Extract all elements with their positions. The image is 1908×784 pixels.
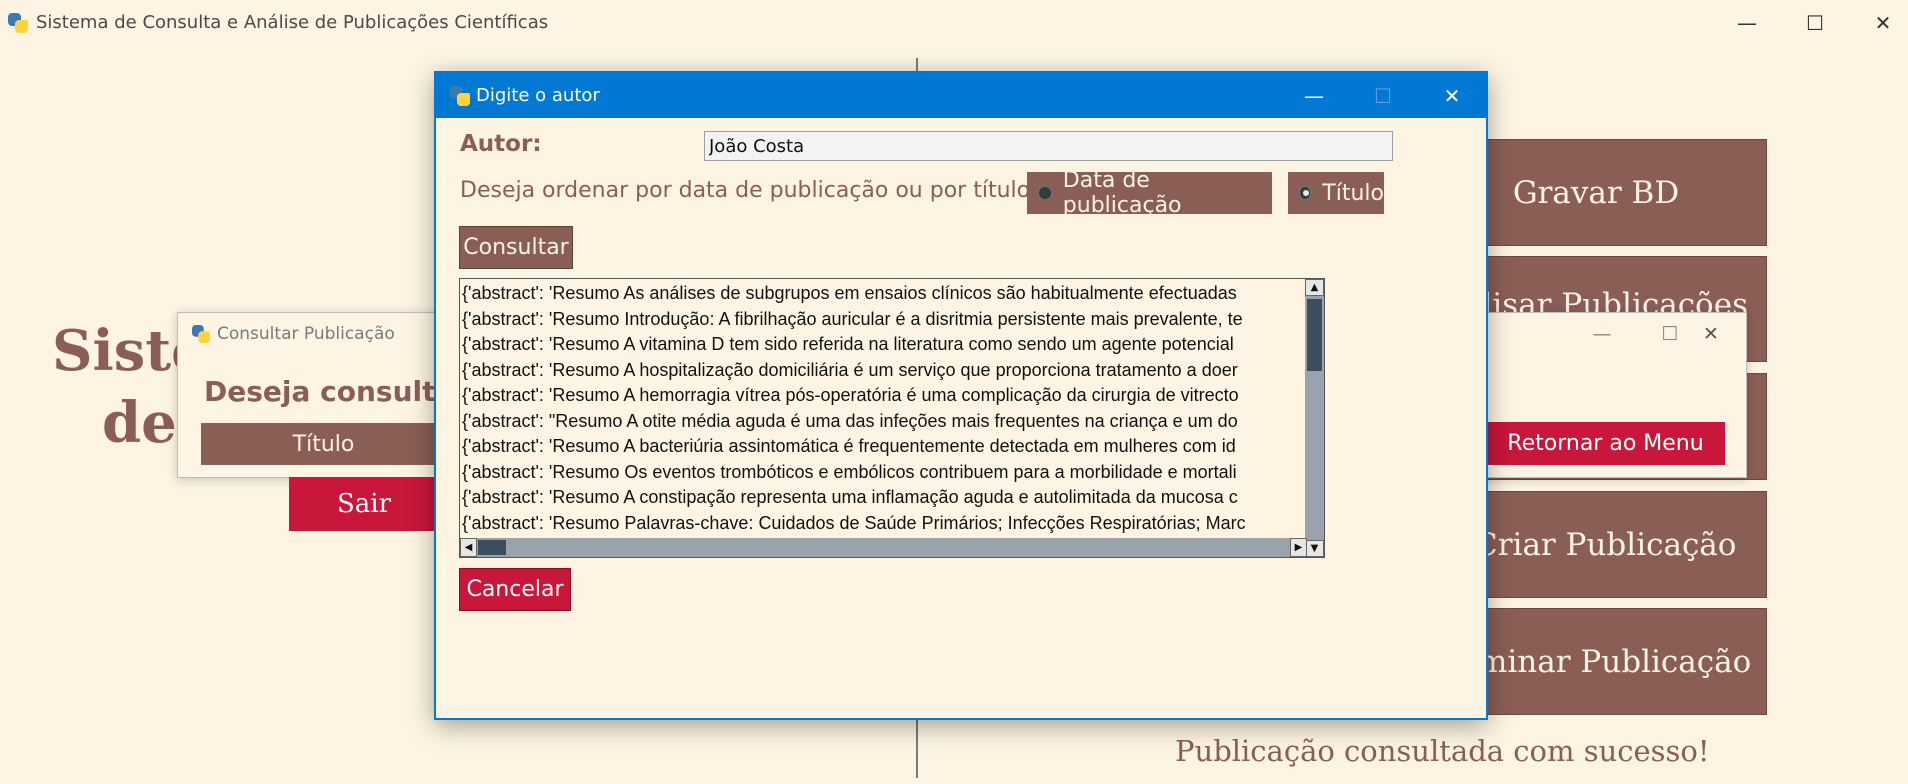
horizontal-scrollbar[interactable]: ◀ ▶ [460, 538, 1307, 557]
scroll-right-icon[interactable]: ▶ [1290, 538, 1307, 557]
digite-autor-dialog: Digite o autor — ☐ ✕ Autor: Deseja orden… [434, 71, 1488, 720]
list-item[interactable]: {'abstract': 'Resumo A vitamina D tem si… [460, 332, 1307, 358]
python-app-icon [449, 85, 471, 107]
radio-checked-icon [1298, 185, 1313, 201]
scroll-left-icon[interactable]: ◀ [460, 538, 477, 557]
close-icon[interactable]: ✕ [1681, 313, 1741, 355]
ordenar-question: Deseja ordenar por data de publicação ou… [460, 178, 1042, 203]
results-listbox[interactable]: {'abstract': 'Resumo As análises de subg… [459, 278, 1325, 558]
minimize-icon[interactable]: — [1713, 0, 1781, 45]
radio-unchecked-icon [1037, 185, 1053, 201]
radio-data-publicacao[interactable]: Data de publicação [1027, 168, 1272, 218]
sair-button[interactable]: Sair [289, 477, 439, 531]
minimize-icon[interactable]: — [1572, 313, 1632, 355]
cancelar-button[interactable]: Cancelar [459, 568, 571, 611]
horizontal-scroll-thumb[interactable] [478, 540, 506, 555]
vertical-scrollbar[interactable]: ▲ ▼ [1305, 279, 1324, 557]
autor-input[interactable] [704, 131, 1393, 161]
maximize-icon: ☐ [1374, 83, 1392, 108]
radio-titulo[interactable]: Título [1288, 172, 1384, 214]
python-app-icon [7, 12, 29, 34]
consultar-window-title: Consultar Publicação [217, 324, 395, 344]
retornar-menu-button[interactable]: Retornar ao Menu [1486, 422, 1725, 465]
scroll-down-icon[interactable]: ▼ [1305, 540, 1324, 557]
list-item[interactable]: {'abstract': 'Resumo A bacteriúria assin… [460, 434, 1307, 460]
minimize-icon[interactable]: — [1279, 73, 1349, 118]
dialog-titlebar: Digite o autor — ☐ ✕ [436, 73, 1486, 118]
maximize-icon[interactable]: ☐ [1781, 0, 1849, 45]
vertical-scroll-thumb[interactable] [1307, 299, 1322, 371]
list-item[interactable]: {'abstract': 'Resumo A hemorragia vítrea… [460, 383, 1307, 409]
radio-titulo-label: Título [1322, 180, 1384, 206]
radio-data-publicacao-label: Data de publicação [1062, 168, 1182, 218]
consultar-button[interactable]: Consultar [459, 226, 573, 269]
python-app-icon [191, 324, 211, 344]
list-item[interactable]: {'abstract': "Resumo A otite média aguda… [460, 409, 1307, 435]
list-item[interactable]: {'abstract': 'Resumo A constipação repre… [460, 485, 1307, 511]
consultar-question: Deseja consultar [204, 375, 469, 408]
list-item[interactable]: {'abstract': 'Resumo Introdução: A fibri… [460, 307, 1307, 333]
list-item[interactable]: {'abstract': 'Resumo A hospitalização do… [460, 358, 1307, 384]
status-message: Publicação consultada com sucesso! [1175, 734, 1710, 768]
list-item[interactable]: {'abstract': 'Resumo Palavras-chave: Cui… [460, 511, 1307, 537]
main-window-title: Sistema de Consulta e Análise de Publica… [36, 12, 549, 33]
scroll-up-icon[interactable]: ▲ [1305, 279, 1324, 296]
results-list[interactable]: {'abstract': 'Resumo As análises de subg… [460, 281, 1307, 537]
app-heading-line2: de [102, 390, 177, 456]
list-item[interactable]: {'abstract': 'Resumo Os eventos trombóti… [460, 460, 1307, 486]
list-item[interactable]: {'abstract': 'Resumo As análises de subg… [460, 281, 1307, 307]
close-icon[interactable]: ✕ [1849, 0, 1908, 45]
dialog-title: Digite o autor [476, 85, 600, 106]
autor-label: Autor: [460, 131, 542, 157]
main-window-titlebar: Sistema de Consulta e Análise de Publica… [0, 0, 1908, 45]
titulo-button[interactable]: Título [201, 423, 446, 465]
close-icon[interactable]: ✕ [1417, 73, 1487, 118]
